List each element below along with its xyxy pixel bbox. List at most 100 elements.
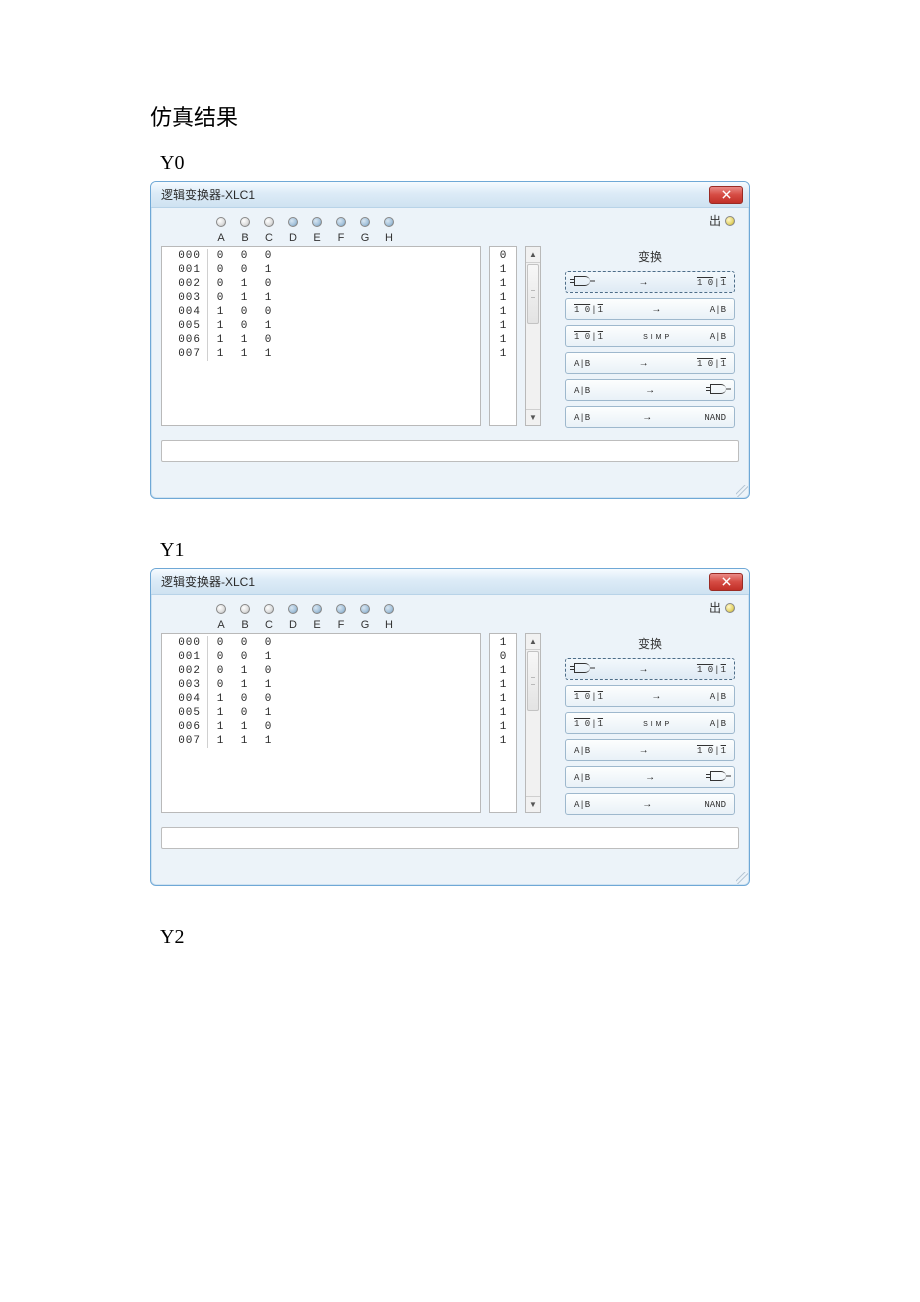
truth-cell: 0 (256, 277, 280, 291)
truth-cell: 1 (256, 734, 280, 748)
input-lamp-C[interactable] (257, 601, 281, 619)
truth-cell: 1 (256, 319, 280, 333)
conversion-panel: 变换 → 1 0|1 1 0|1 → A|B 1 0|1 S I M P A|B… (565, 635, 735, 820)
input-lamp-F[interactable] (329, 601, 353, 619)
truth-cell: 0 (208, 249, 232, 263)
truth-cell: 0 (208, 650, 232, 664)
convert-right: 1 0|1 (697, 745, 726, 756)
input-lamp-H[interactable] (377, 214, 401, 232)
output-row: 0 (490, 249, 516, 263)
truth-cell: 1 (208, 347, 232, 361)
scroll-thumb[interactable] (527, 264, 539, 324)
convert-button-4[interactable]: A|B → (565, 379, 735, 401)
input-lamp-C[interactable] (257, 214, 281, 232)
scroll-up-icon[interactable]: ▲ (526, 634, 540, 650)
input-lamp-E[interactable] (305, 214, 329, 232)
table-row: 001001 (162, 650, 480, 664)
truth-cell: 0 (232, 263, 256, 277)
truth-table[interactable]: 0000000010010020100030110041000051010061… (161, 246, 481, 426)
convert-right: 1 0|1 (697, 664, 726, 675)
input-lamp-G[interactable] (353, 214, 377, 232)
convert-arrow: → (638, 664, 648, 675)
convert-button-3[interactable]: A|B → 1 0|1 (565, 739, 735, 761)
convert-arrow: → (639, 358, 649, 369)
truth-cell: 0 (256, 249, 280, 263)
expression-icon: A|B (574, 800, 590, 810)
input-lamp-D[interactable] (281, 214, 305, 232)
convert-button-4[interactable]: A|B → (565, 766, 735, 788)
convert-button-0[interactable]: → 1 0|1 (565, 271, 735, 293)
table-row: 002010 (162, 277, 480, 291)
output-column[interactable]: 10111111 (489, 633, 517, 813)
expression-input[interactable] (161, 827, 739, 849)
output-label: 出 (709, 212, 735, 229)
table-row: 007111 (162, 347, 480, 361)
table-row: 007111 (162, 734, 480, 748)
column-header-A: A (209, 619, 233, 631)
input-lamp-G[interactable] (353, 601, 377, 619)
truthtable-icon: 1 0|1 (574, 305, 603, 315)
convert-button-1[interactable]: 1 0|1 → A|B (565, 298, 735, 320)
truth-cell: 1 (232, 347, 256, 361)
input-lamp-A[interactable] (209, 601, 233, 619)
titlebar: 逻辑变换器-XLC1 (151, 182, 749, 208)
output-column[interactable]: 01111111 (489, 246, 517, 426)
scrollbar[interactable]: ▲ ▼ (525, 246, 541, 426)
truth-cell: 1 (232, 664, 256, 678)
expression-input[interactable] (161, 440, 739, 462)
convert-left: 1 0|1 (574, 691, 603, 702)
convert-arrow: → (645, 385, 655, 396)
column-header-F: F (329, 619, 353, 631)
scroll-down-icon[interactable]: ▼ (526, 796, 540, 812)
column-header-G: G (353, 232, 377, 244)
row-index: 001 (162, 650, 208, 664)
scroll-up-icon[interactable]: ▲ (526, 247, 540, 263)
convert-left (574, 276, 590, 288)
truth-cell: 0 (232, 636, 256, 650)
convert-button-5[interactable]: A|B → NAND (565, 793, 735, 815)
convert-arrow: → (639, 745, 649, 756)
input-lamp-D[interactable] (281, 601, 305, 619)
input-lamp-B[interactable] (233, 601, 257, 619)
scrollbar[interactable]: ▲ ▼ (525, 633, 541, 813)
convert-right: A|B (710, 304, 726, 315)
close-button[interactable] (709, 186, 743, 204)
output-row: 1 (490, 333, 516, 347)
truth-cell: 0 (208, 277, 232, 291)
scroll-down-icon[interactable]: ▼ (526, 409, 540, 425)
input-lamp-A[interactable] (209, 214, 233, 232)
close-icon (722, 190, 731, 199)
truth-table[interactable]: 0000000010010020100030110041000051010061… (161, 633, 481, 813)
close-button[interactable] (709, 573, 743, 591)
convert-button-3[interactable]: A|B → 1 0|1 (565, 352, 735, 374)
convert-right: A|B (710, 331, 726, 342)
truth-cell: 1 (208, 692, 232, 706)
table-row: 002010 (162, 664, 480, 678)
convert-right: A|B (710, 718, 726, 729)
convert-left (574, 663, 590, 675)
column-header-C: C (257, 232, 281, 244)
convert-button-0[interactable]: → 1 0|1 (565, 658, 735, 680)
column-header-G: G (353, 619, 377, 631)
convert-button-2[interactable]: 1 0|1 S I M P A|B (565, 712, 735, 734)
convert-button-5[interactable]: A|B → NAND (565, 406, 735, 428)
convert-button-1[interactable]: 1 0|1 → A|B (565, 685, 735, 707)
truth-cell: 1 (232, 734, 256, 748)
truthtable-icon: 1 0|1 (697, 359, 726, 369)
table-row: 006110 (162, 720, 480, 734)
logic-converter-window: 逻辑变换器-XLC1 出 ABCDEFGH 000000001001002010… (150, 568, 750, 886)
resize-grip-icon[interactable] (736, 485, 748, 497)
input-lamp-E[interactable] (305, 601, 329, 619)
scroll-track[interactable] (526, 650, 540, 796)
scroll-thumb[interactable] (527, 651, 539, 711)
resize-grip-icon[interactable] (736, 872, 748, 884)
input-lamp-B[interactable] (233, 214, 257, 232)
scroll-track[interactable] (526, 263, 540, 409)
nand-label: NAND (704, 800, 726, 810)
input-lamp-F[interactable] (329, 214, 353, 232)
truth-cell: 0 (256, 305, 280, 319)
convert-button-2[interactable]: 1 0|1 S I M P A|B (565, 325, 735, 347)
doc-heading: 仿真结果 (150, 100, 770, 132)
input-lamp-H[interactable] (377, 601, 401, 619)
output-row: 1 (490, 277, 516, 291)
